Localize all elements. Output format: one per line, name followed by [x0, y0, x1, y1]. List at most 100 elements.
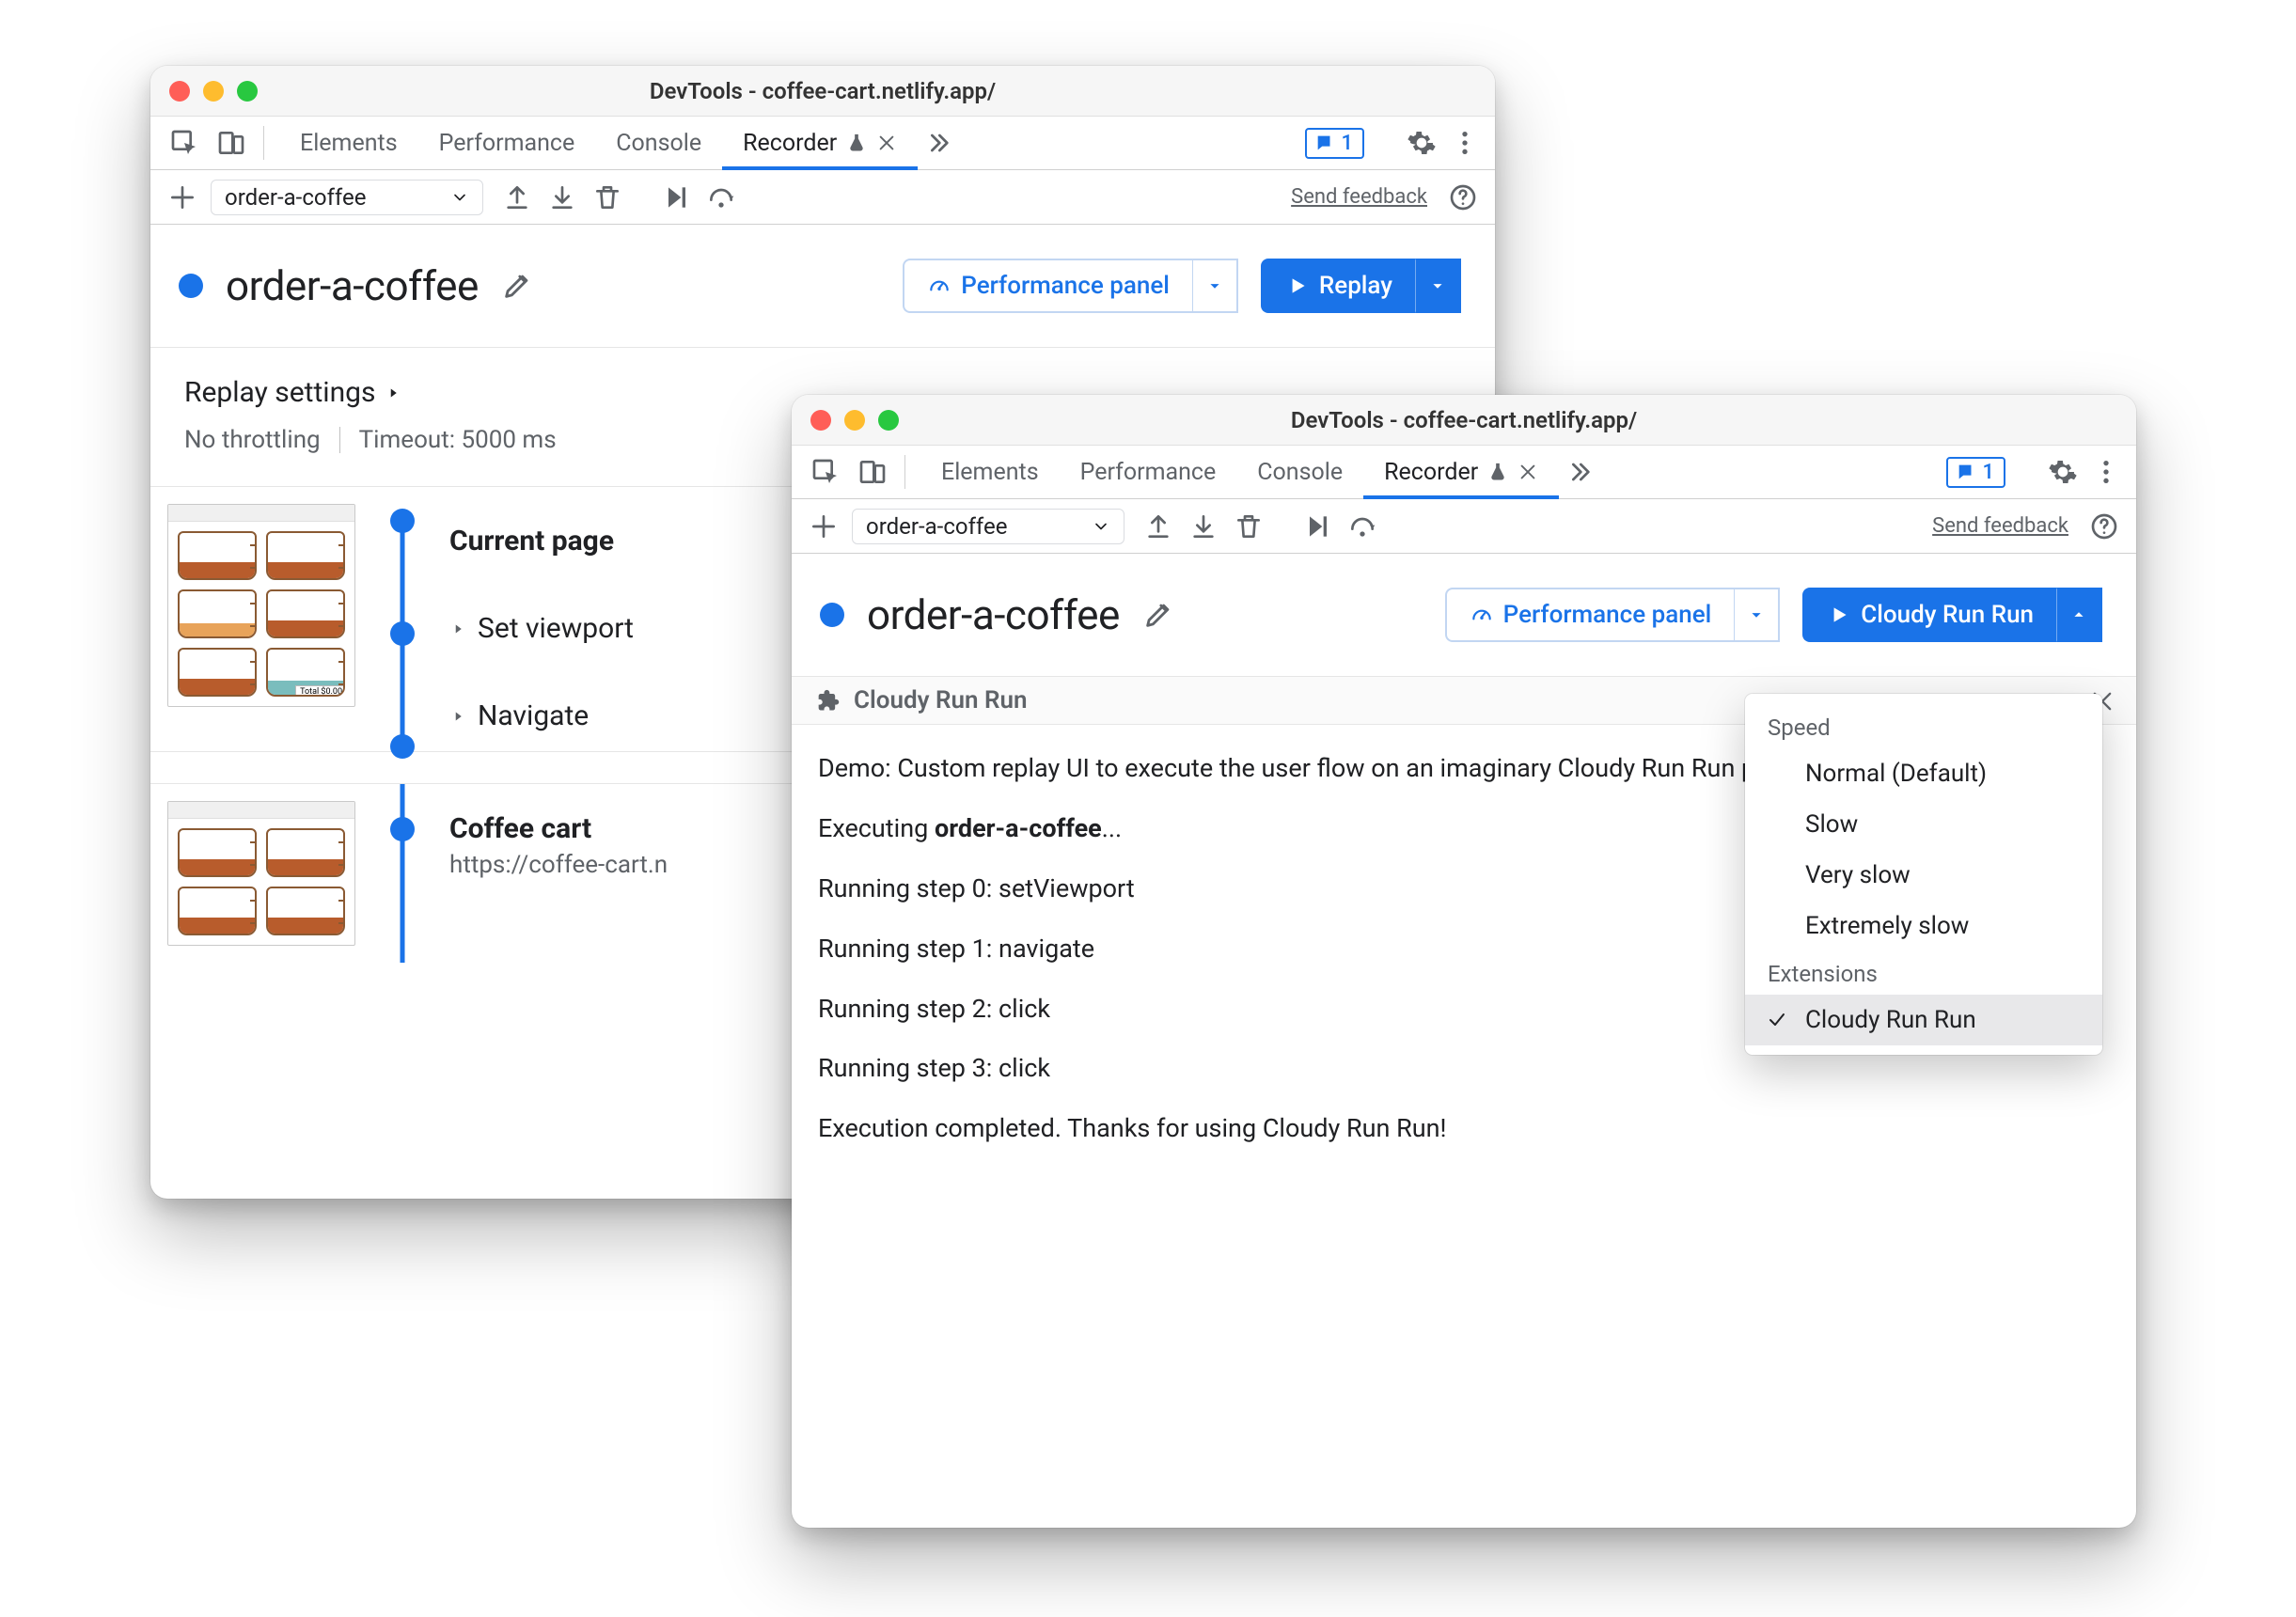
divider — [263, 126, 264, 160]
play-icon — [1827, 603, 1851, 627]
continue-icon[interactable] — [1302, 511, 1332, 542]
recording-select-value: order-a-coffee — [866, 513, 1007, 540]
chevron-right-icon — [449, 620, 466, 637]
recorder-toolbar: order-a-coffee Send feedback — [792, 499, 2136, 554]
issues-count: 1 — [1982, 461, 1994, 484]
inspect-element-icon[interactable] — [164, 117, 205, 169]
flask-icon — [846, 133, 867, 153]
timeline-node — [390, 734, 415, 759]
replay-speed-dropdown: Speed Normal (Default) Slow Very slow Ex… — [1745, 694, 2102, 1055]
performance-panel-dropdown[interactable] — [1192, 259, 1238, 313]
tab-elements[interactable]: Elements — [920, 446, 1060, 498]
mac-close-dot[interactable] — [810, 410, 831, 431]
step-thumbnail: Total $0.00 — [167, 504, 355, 707]
tab-performance[interactable]: Performance — [1060, 446, 1237, 498]
dropdown-group-speed: Speed — [1745, 705, 2102, 748]
close-icon[interactable] — [876, 133, 897, 153]
gauge-icon — [927, 274, 951, 298]
inspect-element-icon[interactable] — [805, 446, 846, 498]
mac-zoom-dot[interactable] — [878, 410, 899, 431]
step-over-icon[interactable] — [1347, 511, 1377, 542]
recording-select[interactable]: order-a-coffee — [852, 509, 1124, 544]
gauge-icon — [1470, 603, 1494, 627]
chevron-down-icon — [1092, 517, 1110, 536]
send-feedback-link[interactable]: Send feedback — [1932, 514, 2068, 538]
performance-panel-dropdown[interactable] — [1734, 588, 1780, 642]
add-recording-icon[interactable] — [809, 511, 839, 542]
import-icon[interactable] — [547, 182, 577, 212]
mac-minimize-dot[interactable] — [203, 81, 224, 102]
add-recording-icon[interactable] — [167, 182, 197, 212]
recording-select[interactable]: order-a-coffee — [211, 180, 483, 215]
issues-badge[interactable]: 1 — [1946, 457, 2005, 488]
continue-icon[interactable] — [661, 182, 691, 212]
kebab-menu-icon[interactable] — [2091, 457, 2121, 487]
help-icon[interactable] — [2089, 511, 2119, 542]
divider — [339, 427, 340, 453]
recording-title: order-a-coffee — [867, 590, 1120, 639]
mac-minimize-dot[interactable] — [844, 410, 865, 431]
cloudy-run-dropdown[interactable] — [2056, 588, 2102, 642]
overflow-tabs-icon[interactable] — [1559, 446, 1600, 498]
device-toolbar-icon[interactable] — [852, 446, 893, 498]
replay-dropdown[interactable] — [1415, 259, 1461, 313]
delete-icon[interactable] — [1234, 511, 1264, 542]
device-toolbar-icon[interactable] — [211, 117, 252, 169]
extension-option-cloudy[interactable]: Cloudy Run Run — [1745, 995, 2102, 1045]
issues-badge[interactable]: 1 — [1305, 128, 1364, 159]
speed-option-very-slow[interactable]: Very slow — [1745, 850, 2102, 901]
tab-console[interactable]: Console — [595, 117, 722, 169]
performance-panel-button[interactable]: Performance panel — [903, 259, 1192, 313]
performance-panel-button[interactable]: Performance panel — [1445, 588, 1735, 642]
recording-select-value: order-a-coffee — [225, 184, 366, 211]
recording-dot-icon — [820, 603, 844, 627]
devtools-window-b: DevTools - coffee-cart.netlify.app/ Elem… — [792, 395, 2136, 1528]
speed-option-normal[interactable]: Normal (Default) — [1745, 748, 2102, 799]
kebab-menu-icon[interactable] — [1450, 128, 1480, 158]
devtools-tabstrip: Elements Performance Console Recorder 1 — [150, 117, 1495, 170]
close-icon[interactable] — [1518, 462, 1538, 482]
export-icon[interactable] — [502, 182, 532, 212]
timeline-node — [390, 509, 415, 533]
window-title: DevTools - coffee-cart.netlify.app/ — [150, 78, 1495, 104]
tab-recorder[interactable]: Recorder — [1363, 446, 1559, 498]
settings-gear-icon[interactable] — [2048, 457, 2078, 487]
overflow-tabs-icon[interactable] — [918, 117, 959, 169]
timeout-value: Timeout: 5000 ms — [359, 426, 557, 454]
tab-recorder[interactable]: Recorder — [722, 117, 918, 169]
mac-zoom-dot[interactable] — [237, 81, 258, 102]
plugin-done-line: Execution completed. Thanks for using Cl… — [818, 1107, 2110, 1151]
settings-gear-icon[interactable] — [1407, 128, 1437, 158]
recording-header: order-a-coffee Performance panel Replay — [150, 225, 1495, 348]
tab-elements[interactable]: Elements — [279, 117, 418, 169]
cloudy-button-group: Cloudy Run Run — [1802, 588, 2102, 642]
chevron-right-icon — [385, 385, 401, 401]
performance-panel-button-group: Performance panel — [1445, 588, 1781, 642]
play-icon — [1285, 274, 1310, 298]
replay-button-group: Replay — [1261, 259, 1461, 313]
step-thumbnail — [167, 801, 355, 946]
speed-option-extremely-slow[interactable]: Extremely slow — [1745, 901, 2102, 951]
edit-title-icon[interactable] — [501, 270, 533, 302]
timeline-node — [390, 817, 415, 841]
flask-icon — [1487, 462, 1508, 482]
import-icon[interactable] — [1188, 511, 1219, 542]
mac-close-dot[interactable] — [169, 81, 190, 102]
window-title: DevTools - coffee-cart.netlify.app/ — [792, 407, 2136, 433]
edit-title-icon[interactable] — [1142, 599, 1174, 631]
mac-titlebar: DevTools - coffee-cart.netlify.app/ — [150, 66, 1495, 117]
tab-console[interactable]: Console — [1236, 446, 1363, 498]
recorder-toolbar: order-a-coffee Send feedback — [150, 170, 1495, 225]
tab-performance[interactable]: Performance — [418, 117, 596, 169]
issues-count: 1 — [1341, 132, 1353, 155]
replay-button[interactable]: Replay — [1261, 259, 1415, 313]
chevron-right-icon — [449, 708, 466, 725]
cloudy-run-button[interactable]: Cloudy Run Run — [1802, 588, 2056, 642]
delete-icon[interactable] — [592, 182, 622, 212]
speed-option-slow[interactable]: Slow — [1745, 799, 2102, 850]
step-over-icon[interactable] — [706, 182, 736, 212]
plugin-title: Cloudy Run Run — [854, 686, 1028, 714]
send-feedback-link[interactable]: Send feedback — [1291, 185, 1427, 209]
help-icon[interactable] — [1448, 182, 1478, 212]
export-icon[interactable] — [1143, 511, 1173, 542]
